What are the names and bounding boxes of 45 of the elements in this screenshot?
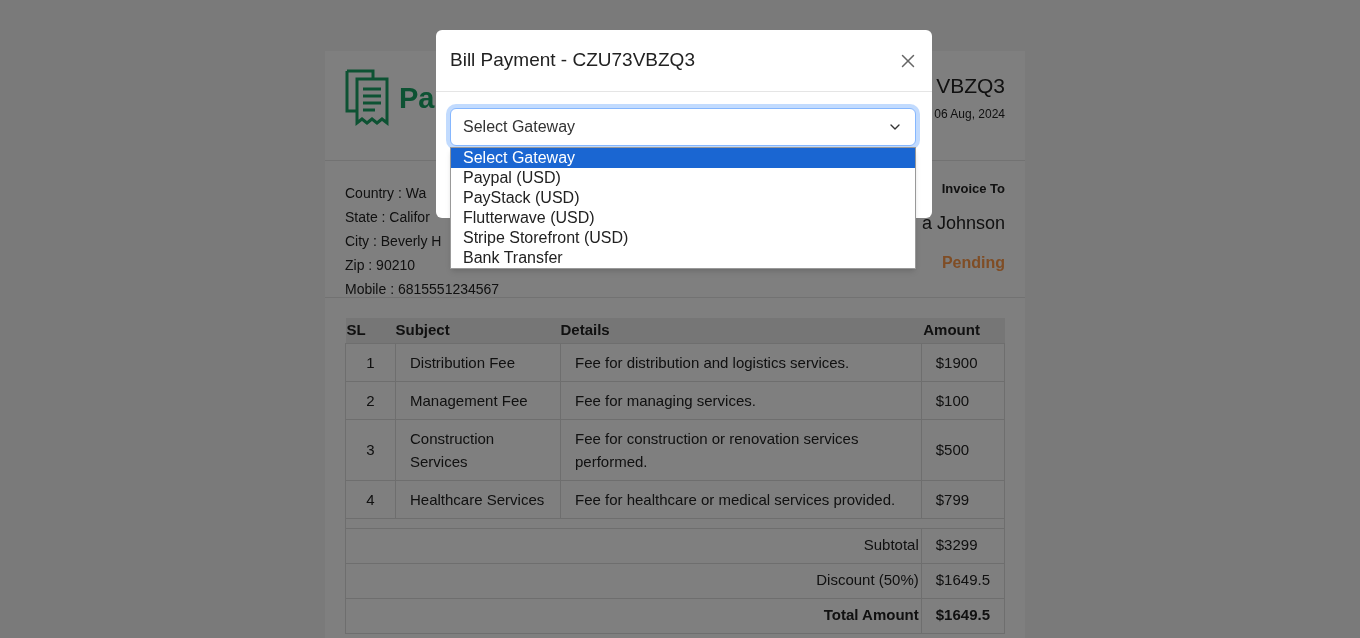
table-cell: Construction Services <box>395 419 561 480</box>
address-line: Mobile : 6815551234567 <box>345 280 500 299</box>
table-cell: 4 <box>345 480 396 518</box>
invoice-number: VBZQ3 <box>936 73 1005 99</box>
gateway-option[interactable]: Paypal (USD) <box>451 168 915 188</box>
invoice-date: 06 Aug, 2024 <box>934 106 1005 123</box>
table-cell: Healthcare Services <box>395 480 561 518</box>
column-header: Amount <box>921 318 1005 343</box>
table-cell: $100 <box>921 381 1005 419</box>
table-cell: $500 <box>921 419 1005 480</box>
gateway-option[interactable]: Flutterwave (USD) <box>451 208 915 228</box>
table-cell: Fee for healthcare or medical services provided. <box>560 480 922 518</box>
address-line: City : Beverly H <box>345 232 442 251</box>
logo-text: Pa <box>399 81 435 115</box>
gateway-option[interactable]: PayStack (USD) <box>451 188 915 208</box>
table-cell: 1 <box>345 343 396 381</box>
column-header: Subject <box>395 318 561 343</box>
gateway-option[interactable]: Select Gateway <box>451 148 915 168</box>
dialog-title: Bill Payment - CZU73VBZQ3 <box>450 48 695 73</box>
invoice-to-label: Invoice To <box>941 180 1005 198</box>
table-cell: 2 <box>345 381 396 419</box>
total-label: Total Amount <box>345 598 922 633</box>
customer-name: a Johnson <box>921 212 1005 235</box>
table-cell: $1900 <box>921 343 1005 381</box>
total-label: Subtotal <box>345 528 922 563</box>
address-line: State : Califor <box>345 208 430 227</box>
total-label: Discount (50%) <box>345 563 922 598</box>
gateway-option[interactable]: Stripe Storefront (USD) <box>451 228 915 248</box>
gateway-option[interactable]: Bank Transfer <box>451 248 915 268</box>
column-header: SL <box>345 318 396 343</box>
table-cell: Fee for construction or renovation services performed. <box>560 419 922 480</box>
table-cell: Distribution Fee <box>395 343 561 381</box>
table-cell: $799 <box>921 480 1005 518</box>
table-cell: 3 <box>345 419 396 480</box>
table-cell: Fee for managing services. <box>560 381 922 419</box>
total-value: $1649.5 <box>921 598 1005 633</box>
status-text: Pending <box>941 253 1005 273</box>
column-header: Details <box>560 318 922 343</box>
address-line: Zip : 90210 <box>345 256 416 275</box>
table-cell: Fee for distribution and logistics services. <box>560 343 922 381</box>
total-value: $3299 <box>921 528 1005 563</box>
table-cell: Management Fee <box>395 381 561 419</box>
gateway-select[interactable]: Select Gateway <box>450 108 916 146</box>
total-value: $1649.5 <box>921 563 1005 598</box>
address-line: Country : Wa <box>345 184 427 203</box>
